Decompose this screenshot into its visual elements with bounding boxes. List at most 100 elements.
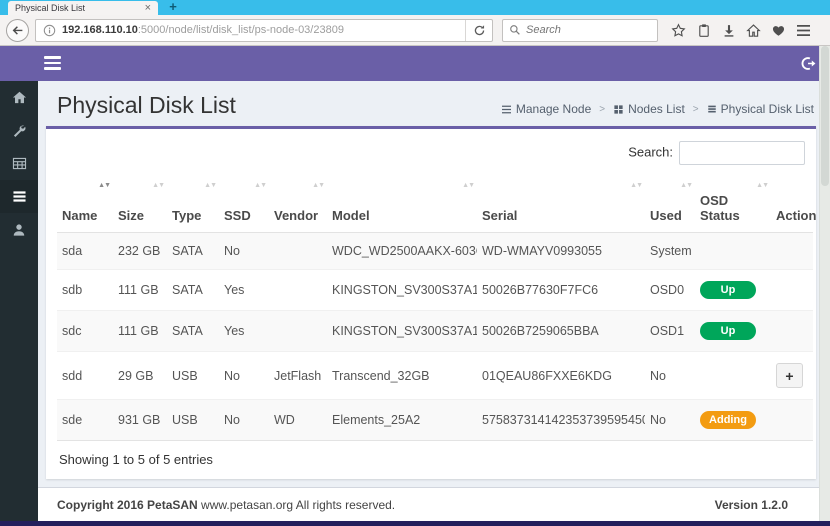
breadcrumb: Manage Node Nodes List Physical Disk Lis… (501, 102, 814, 119)
toolbar-icons (666, 18, 816, 42)
back-button[interactable] (6, 18, 29, 42)
cell-osd-status (695, 351, 771, 400)
col-header-vendor[interactable]: Vendor (269, 175, 327, 233)
table-row: sdd 29 GB USB No JetFlash Transcend_32GB… (57, 351, 813, 400)
disk-table: Name Size Type SSD Vendor Model Serial U… (57, 175, 816, 441)
page-scrollbar[interactable] (819, 46, 830, 521)
app-navbar (0, 46, 830, 81)
cell-serial: 01QEAU86FXXE6KDG (477, 351, 645, 400)
menu-icon (501, 105, 516, 114)
cell-name: sdb (57, 269, 113, 311)
col-header-size[interactable]: Size (113, 175, 167, 233)
tab-close-icon[interactable]: × (145, 3, 151, 14)
info-icon[interactable] (43, 24, 56, 37)
footer-copyright-rest: www.petasan.org All rights reserved. (197, 497, 396, 512)
cell-used: OSD1 (645, 310, 695, 352)
browser-menu-button[interactable] (791, 18, 816, 42)
scrollbar-thumb[interactable] (821, 46, 829, 186)
cell-type: SATA (167, 232, 219, 270)
pocket-button[interactable] (691, 18, 716, 42)
sort-icon (204, 182, 216, 189)
cell-ssd: No (219, 232, 269, 270)
cell-name: sda (57, 232, 113, 270)
sidebar-item-disk-list[interactable] (0, 180, 38, 213)
sort-icon (312, 182, 324, 189)
breadcrumb-manage-node[interactable]: Manage Node (501, 102, 591, 116)
cell-ssd: No (219, 399, 269, 441)
sidebar-item-dashboard[interactable] (0, 81, 38, 114)
hello-button[interactable] (766, 18, 791, 42)
browser-search-bar[interactable] (502, 18, 658, 42)
logout-button[interactable] (801, 56, 816, 71)
url-path: :5000/node/list/disk_list/ps-node-03/238… (137, 24, 344, 36)
sidebar-toggle-button[interactable] (44, 56, 61, 70)
cell-used: No (645, 351, 695, 400)
sidebar-item-users[interactable] (0, 213, 38, 246)
col-header-model[interactable]: Model (327, 175, 477, 233)
wrench-icon (12, 124, 26, 138)
cell-vendor (269, 269, 327, 311)
breadcrumb-label: Nodes List (628, 102, 685, 116)
add-osd-button[interactable]: + (776, 363, 803, 388)
breadcrumb-nodes-list[interactable]: Nodes List (591, 102, 685, 116)
magnifier-icon (509, 24, 521, 36)
col-header-ssd[interactable]: SSD (219, 175, 269, 233)
cell-size: 232 GB (113, 232, 167, 270)
col-header-serial[interactable]: Serial (477, 175, 645, 233)
sort-icon (462, 182, 474, 189)
sort-icon (756, 182, 768, 189)
cell-used: OSD0 (645, 269, 695, 311)
cell-model: Transcend_32GB (327, 351, 477, 400)
status-badge: Adding (700, 411, 756, 429)
table-summary: Showing 1 to 5 of 5 entries (59, 452, 213, 467)
home-button[interactable] (741, 18, 766, 42)
sort-icon (152, 182, 164, 189)
cell-type: SATA (167, 269, 219, 311)
breadcrumb-label: Manage Node (515, 102, 592, 116)
cell-name: sdc (57, 310, 113, 352)
logout-icon (801, 56, 816, 71)
table-row: sde 931 GB USB No WD Elements_25A2 57583… (57, 399, 813, 441)
col-header-type[interactable]: Type (167, 175, 219, 233)
browser-tab[interactable]: Physical Disk List × (8, 1, 158, 15)
sidebar-item-nodes[interactable] (0, 147, 38, 180)
cell-action (771, 269, 813, 311)
new-tab-button[interactable]: + (162, 0, 184, 14)
cell-action (771, 232, 813, 270)
url-bar[interactable]: 192.168.110.10:5000/node/list/disk_list/… (35, 18, 493, 42)
col-header-used[interactable]: Used (645, 175, 695, 233)
bookmark-button[interactable] (666, 18, 691, 42)
reload-button[interactable] (466, 20, 492, 41)
cell-model: WDC_WD2500AAKX-603CA0 (327, 232, 477, 270)
cell-vendor (269, 310, 327, 352)
cell-osd-status: Up (695, 269, 771, 311)
clipboard-icon (697, 23, 711, 38)
list-icon (707, 104, 721, 114)
sidebar-item-maintenance[interactable] (0, 114, 38, 147)
cell-vendor: JetFlash (269, 351, 327, 400)
table-search-input[interactable] (679, 141, 805, 165)
table-row: sdc 111 GB SATA Yes KINGSTON_SV300S37A12… (57, 310, 813, 352)
downloads-button[interactable] (716, 18, 741, 42)
col-header-osd-status[interactable]: OSD Status (695, 175, 771, 233)
sort-icon (98, 182, 110, 189)
cell-serial: 50026B7259065BBA (477, 310, 645, 352)
col-header-name[interactable]: Name (57, 175, 113, 233)
cell-osd-status: Adding (695, 399, 771, 441)
home-icon (746, 23, 761, 38)
col-header-action: Action (771, 175, 816, 233)
tab-title: Physical Disk List (15, 3, 86, 13)
url-text: 192.168.110.10:5000/node/list/disk_list/… (62, 24, 465, 36)
window-bottom-border (0, 521, 830, 526)
cell-used: No (645, 399, 695, 441)
cell-type: USB (167, 351, 219, 400)
cell-osd-status (695, 232, 771, 270)
status-badge: Up (700, 322, 756, 340)
browser-search-input[interactable] (526, 24, 651, 36)
content-header: Physical Disk List Manage Node Nodes Lis… (38, 81, 830, 119)
cell-ssd: Yes (219, 310, 269, 352)
cell-type: USB (167, 399, 219, 441)
table-row: sda 232 GB SATA No WDC_WD2500AAKX-603CA0… (57, 232, 813, 270)
disk-list-panel: Search: Name Size Type SSD Vendor Model (46, 126, 816, 479)
cell-used: System (645, 232, 695, 270)
